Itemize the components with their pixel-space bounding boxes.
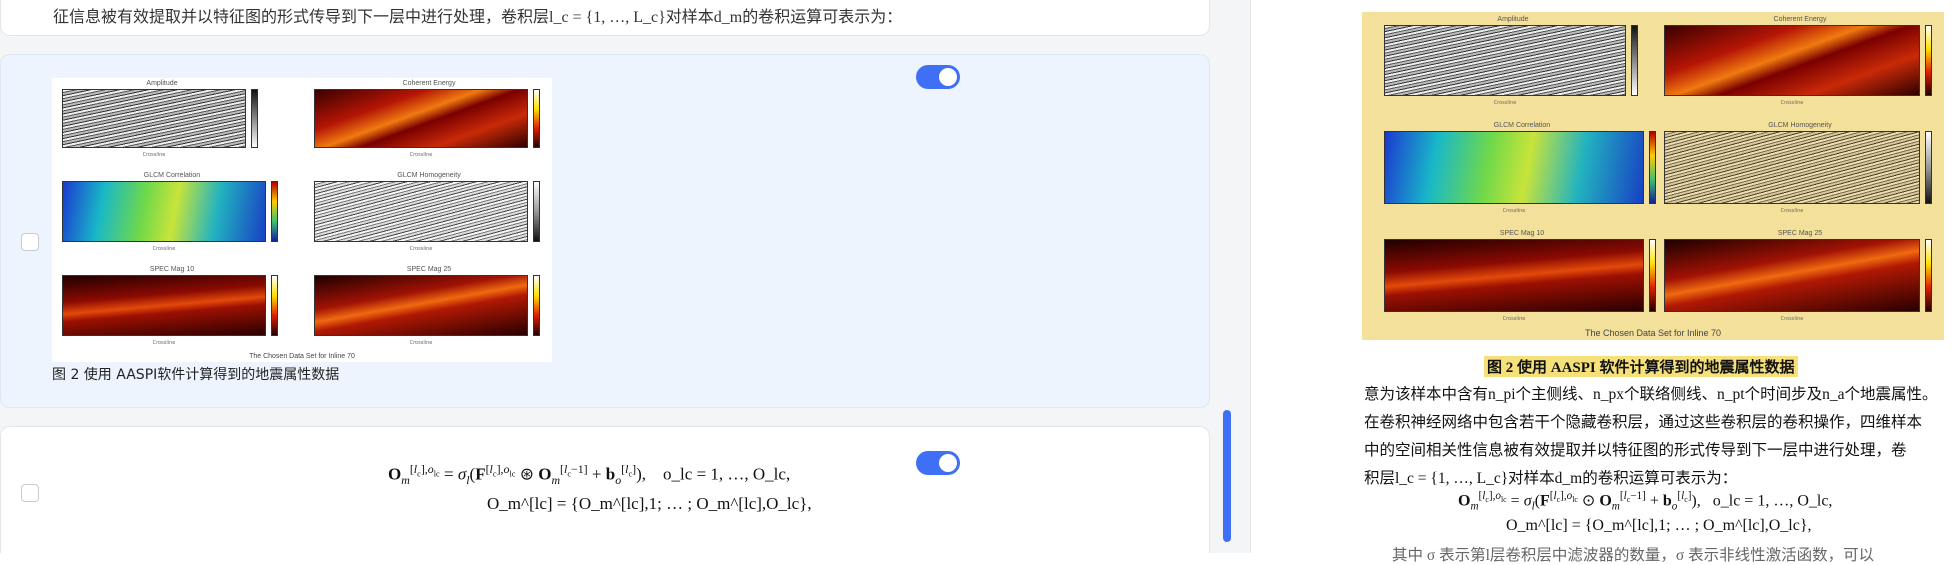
- colorbar: [1925, 131, 1932, 204]
- colorbar: [533, 181, 540, 242]
- formula-block[interactable]: [0, 426, 1210, 553]
- pane-divider[interactable]: [1250, 0, 1251, 553]
- panel-xlabel: Crossline: [1780, 208, 1804, 214]
- panel-xlabel: Crossline: [409, 152, 433, 158]
- paragraph-text: 征信息被有效提取并以特征图的形式传导到下一层中进行处理，卷积层l_c = {1,…: [53, 9, 903, 26]
- figure-caption: 图 2 使用 AASPI软件计算得到的地震属性数据: [52, 367, 340, 383]
- panel-plot: [1664, 239, 1920, 312]
- panel-glcm-correlation: GLCM Correlation Crossline: [62, 172, 282, 252]
- colorbar: [1925, 25, 1932, 96]
- panel-title: Coherent Energy: [402, 80, 456, 87]
- panel-title: GLCM Homogeneity: [397, 172, 461, 179]
- document-line: 中的空间相关性信息被有效提取并以特征图的形式传导到下一层中进行处理，卷: [1364, 442, 1907, 459]
- document-line-partial: 其中 σ 表示第l层卷积层中滤波器的数量，σ 表示非线性激活函数，可以: [1392, 547, 1875, 564]
- document-line: 意为该样本中含有n_pi个主侧线、n_px个联络侧线、n_pt个时间步及n_a个…: [1364, 386, 1938, 403]
- panel-title: GLCM Correlation: [1493, 122, 1551, 129]
- panel-plot: [1664, 25, 1920, 96]
- panel-plot: [62, 89, 246, 148]
- panel-xlabel: Crossline: [409, 246, 433, 252]
- panel-plot: [314, 89, 528, 148]
- figure-block-toggle[interactable]: [916, 65, 960, 89]
- panel-glcm-homogeneity: GLCM Homogeneity Crossline: [314, 172, 544, 252]
- panel-title: Coherent Energy: [1773, 16, 1827, 23]
- document-figure-preview: Amplitude Crossline Coherent Energy Cros…: [1362, 12, 1944, 340]
- panel-plot: [314, 181, 528, 242]
- colorbar: [1649, 239, 1656, 312]
- panel-title: Amplitude: [1497, 16, 1529, 23]
- figure-footer: The Chosen Data Set for Inline 70: [1584, 328, 1722, 338]
- panel-xlabel: Crossline: [1502, 316, 1526, 322]
- colorbar: [533, 275, 540, 336]
- panel-plot: [1664, 131, 1920, 204]
- panel-plot: [62, 181, 266, 242]
- panel-title: SPEC Mag 10: [1499, 230, 1545, 237]
- panel-coherent-energy: Coherent Energy Crossline: [314, 80, 544, 158]
- panel-xlabel: Crossline: [142, 152, 166, 158]
- panel-title: GLCM Homogeneity: [1768, 122, 1832, 129]
- panel-xlabel: Crossline: [1780, 316, 1804, 322]
- colorbar: [1631, 25, 1638, 96]
- panel-title: SPEC Mag 25: [1777, 230, 1823, 237]
- document-line: 积层l_c = {1, …, L_c}对样本d_m的卷积运算可表示为：: [1364, 470, 1738, 487]
- panel-xlabel: Crossline: [409, 340, 433, 346]
- panel-xlabel: Crossline: [152, 246, 176, 252]
- panel-plot: [1384, 131, 1644, 204]
- colorbar: [251, 89, 258, 148]
- formula-line-2: O_m^[lc] = {O_m^[lc],1; … ; O_m^[lc],O_l…: [487, 494, 812, 513]
- panel-title: Amplitude: [146, 80, 178, 87]
- figure-footer: The Chosen Data Set for Inline 70: [249, 353, 355, 360]
- panel-title: SPEC Mag 10: [149, 266, 195, 273]
- preview-panel-spec-mag-25: SPEC Mag 25 Crossline: [1664, 230, 1936, 322]
- document-figure-caption: 图 2 使用 AASPI 软件计算得到的地震属性数据: [1484, 356, 1798, 377]
- panel-xlabel: Crossline: [1502, 208, 1526, 214]
- formula-range: o_lc = 1, …, O_lc,: [663, 464, 791, 484]
- formula-block-checkbox[interactable]: [21, 484, 39, 502]
- document-line: 在卷积神经网络中包含若干个隐藏卷积层，通过这些卷积层的卷积操作，四维样本: [1364, 414, 1923, 431]
- panel-plot: [62, 275, 266, 336]
- panel-plot: [314, 275, 528, 336]
- panel-amplitude: Amplitude Crossline: [62, 80, 262, 158]
- colorbar: [1649, 131, 1656, 204]
- toggle-knob: [939, 454, 957, 472]
- panel-title: SPEC Mag 25: [406, 266, 452, 273]
- colorbar: [533, 89, 540, 148]
- editor-pane: 征信息被有效提取并以特征图的形式传导到下一层中进行处理，卷积层l_c = {1,…: [0, 0, 1250, 553]
- paragraph-block[interactable]: 征信息被有效提取并以特征图的形式传导到下一层中进行处理，卷积层l_c = {1,…: [0, 0, 1210, 36]
- formula-range: o_lc = 1, …, O_lc,: [1712, 492, 1833, 510]
- panel-xlabel: Crossline: [1780, 100, 1804, 106]
- preview-panel-coherent-energy: Coherent Energy Crossline: [1664, 16, 1936, 106]
- toggle-knob: [939, 68, 957, 86]
- panel-plot: [1384, 239, 1644, 312]
- preview-panel-spec-mag-10: SPEC Mag 10 Crossline: [1384, 230, 1660, 322]
- document-formula-line-1: Om[lc],olc = σl(F[lc],olc ⊙ Om[lc−1] + b…: [1458, 490, 1833, 513]
- panel-xlabel: Crossline: [152, 340, 176, 346]
- panel-xlabel: Crossline: [1493, 100, 1517, 106]
- preview-panel-glcm-correlation: GLCM Correlation Crossline: [1384, 122, 1660, 214]
- document-formula-line-2: O_m^[lc] = {O_m^[lc],1; … ; O_m^[lc],O_l…: [1506, 517, 1812, 534]
- formula-line-1: Om[lc],olc = σl(F[lc],olc ⊛ Om[lc−1] + b…: [388, 462, 791, 488]
- scrollbar-thumb[interactable]: [1223, 410, 1231, 542]
- colorbar: [271, 275, 278, 336]
- preview-panel-glcm-homogeneity: GLCM Homogeneity Crossline: [1664, 122, 1936, 214]
- colorbar: [1925, 239, 1932, 312]
- panel-spec-mag-25: SPEC Mag 25 Crossline: [314, 266, 544, 346]
- figure-block-checkbox[interactable]: [21, 233, 39, 251]
- formula-block-toggle[interactable]: [916, 451, 960, 475]
- seismic-attributes-figure: Amplitude Crossline Coherent Energy Cros…: [52, 78, 552, 362]
- panel-spec-mag-10: SPEC Mag 10 Crossline: [62, 266, 282, 346]
- panel-plot: [1384, 25, 1626, 96]
- colorbar: [271, 181, 278, 242]
- preview-panel-amplitude: Amplitude Crossline: [1384, 16, 1642, 106]
- panel-title: GLCM Correlation: [143, 172, 201, 179]
